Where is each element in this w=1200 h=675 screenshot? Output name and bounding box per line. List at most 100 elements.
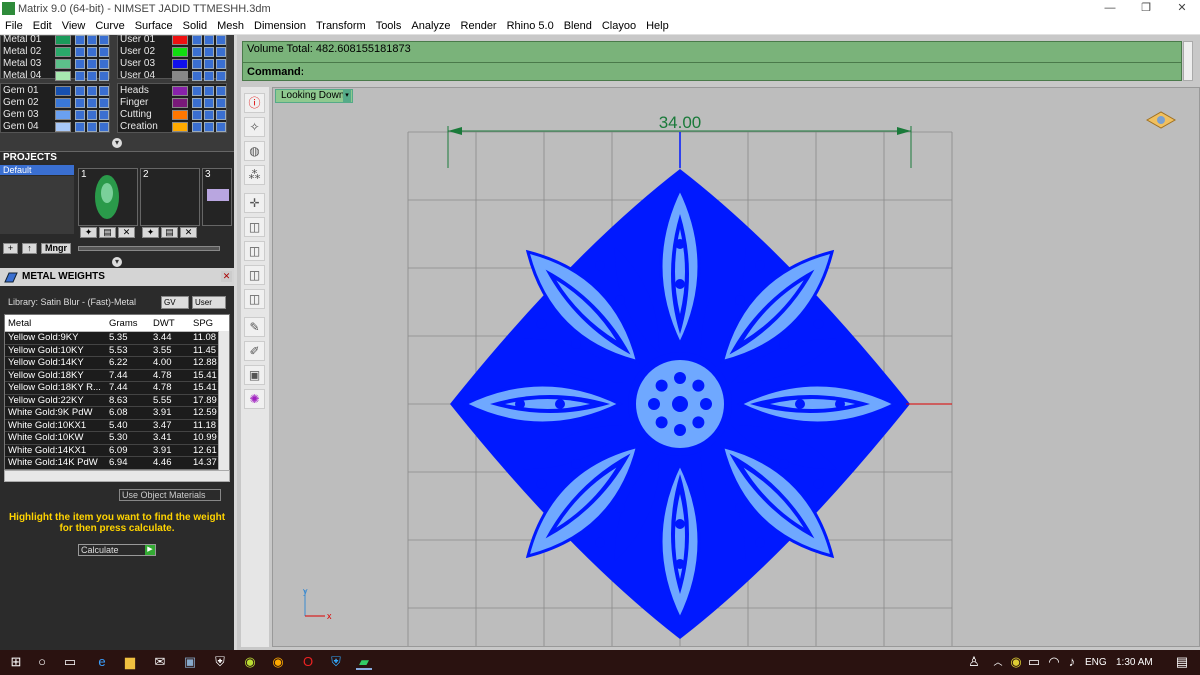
layer-row[interactable]: Metal 03 <box>1 58 111 70</box>
project-save-icon[interactable]: ▤ <box>161 227 178 238</box>
menu-transform[interactable]: Transform <box>311 18 371 35</box>
layer-row[interactable]: Finger <box>118 97 228 109</box>
layer-row[interactable]: User 04 <box>118 70 228 82</box>
menu-surface[interactable]: Surface <box>130 18 178 35</box>
viewport-canvas[interactable]: 34.00 y x <box>273 88 1199 646</box>
minimize-button[interactable]: — <box>1092 0 1128 18</box>
calculate-button[interactable]: Calculate ▶ <box>78 544 156 556</box>
project-add-icon[interactable]: ✦ <box>142 227 159 238</box>
app-orange-icon[interactable]: ◉ <box>270 654 286 670</box>
opera-icon[interactable]: O <box>300 654 316 670</box>
command-scrollbar[interactable] <box>1183 41 1193 81</box>
menu-curve[interactable]: Curve <box>90 18 129 35</box>
menu-file[interactable]: File <box>0 18 28 35</box>
table-row[interactable]: Yellow Gold:18KY R... 7.44 4.78 15.41 <box>5 382 229 395</box>
view-label[interactable]: Looking Down ▾ <box>275 89 353 103</box>
app-green-icon[interactable]: ◉ <box>242 654 258 670</box>
layer-row[interactable]: Cutting <box>118 109 228 121</box>
search-icon[interactable]: ○ <box>34 654 50 670</box>
project-thumb-2[interactable]: 2 <box>140 168 200 226</box>
box-icon[interactable]: ◫ <box>244 241 265 261</box>
sphere-icon[interactable]: ◍ <box>244 141 265 161</box>
table-vertical-scrollbar[interactable] <box>218 331 229 470</box>
layer-row[interactable]: Metal 04 <box>1 70 111 82</box>
people-icon[interactable]: ♙ <box>966 654 982 670</box>
table-row[interactable]: White Gold:14K PdW 6.94 4.46 14.37 <box>5 457 229 469</box>
shield-icon[interactable]: ⛨ <box>212 654 228 670</box>
layer-row[interactable]: Gem 04 <box>1 121 111 133</box>
file-explorer-icon[interactable]: ▆ <box>122 654 138 670</box>
table-row[interactable]: White Gold:9K PdW 6.08 3.91 12.59 <box>5 407 229 420</box>
table-row[interactable]: Yellow Gold:14KY 6.22 4.00 12.88 <box>5 357 229 370</box>
project-add-icon[interactable]: ✦ <box>80 227 97 238</box>
menu-rhino[interactable]: Rhino 5.0 <box>502 18 559 35</box>
menu-tools[interactable]: Tools <box>371 18 407 35</box>
menu-help[interactable]: Help <box>641 18 674 35</box>
table-horizontal-scrollbar[interactable] <box>4 470 230 482</box>
project-default[interactable]: Default <box>0 165 74 175</box>
tray-app-icon[interactable]: ◉ <box>1008 654 1024 670</box>
viewport[interactable]: 34.00 y x Looking Down ▾ <box>272 87 1200 647</box>
vertex-icon[interactable]: ✧ <box>244 117 265 137</box>
project-delete-icon[interactable]: ✕ <box>180 227 197 238</box>
close-panel-icon[interactable]: ✕ <box>221 271 232 282</box>
menu-edit[interactable]: Edit <box>28 18 57 35</box>
gv-toggle[interactable]: GV <box>161 296 189 309</box>
network-app-icon[interactable]: ▣ <box>182 654 198 670</box>
table-row[interactable]: Yellow Gold:18KY 7.44 4.78 15.41 <box>5 369 229 382</box>
box-icon[interactable]: ◫ <box>244 265 265 285</box>
layer-row[interactable]: Heads <box>118 85 228 97</box>
layer-row[interactable]: User 02 <box>118 46 228 58</box>
menu-blend[interactable]: Blend <box>559 18 597 35</box>
brush-icon[interactable]: ✐ <box>244 341 265 361</box>
layer-row[interactable]: Metal 01 <box>1 34 111 46</box>
ornament-model[interactable] <box>450 169 910 639</box>
nodes-icon[interactable]: ⁂ <box>244 165 265 185</box>
layer-row[interactable]: User 03 <box>118 58 228 70</box>
battery-icon[interactable]: ▭ <box>1026 654 1042 670</box>
menu-solid[interactable]: Solid <box>178 18 212 35</box>
collapse-toggle-icon[interactable]: ▾ <box>112 138 122 148</box>
gem-icon[interactable]: ✺ <box>244 389 265 409</box>
table-row[interactable]: White Gold:14KX1 6.09 3.91 12.61 <box>5 444 229 457</box>
manager-button[interactable]: Mngr <box>41 243 71 254</box>
collapse-toggle-icon[interactable]: ▾ <box>112 257 122 267</box>
box-icon[interactable]: ◫ <box>244 217 265 237</box>
edge-icon[interactable]: e <box>94 654 110 670</box>
layer-row[interactable]: User 01 <box>118 34 228 46</box>
defender-icon[interactable]: ⛨ <box>328 654 344 670</box>
mail-icon[interactable]: ✉ <box>152 654 168 670</box>
layer-row[interactable]: Metal 02 <box>1 46 111 58</box>
menu-render[interactable]: Render <box>456 18 502 35</box>
matrix-app-icon[interactable]: ▰ <box>356 654 372 670</box>
frame-icon[interactable]: ▣ <box>244 365 265 385</box>
project-scrollbar[interactable] <box>78 246 220 251</box>
volume-icon[interactable]: ♪ <box>1064 654 1080 670</box>
info-icon[interactable]: ⓘ <box>244 93 265 113</box>
layer-row[interactable]: Gem 02 <box>1 97 111 109</box>
command-input[interactable] <box>303 64 1173 79</box>
project-save-icon[interactable]: ▤ <box>99 227 116 238</box>
notifications-icon[interactable]: ▤ <box>1174 654 1190 670</box>
task-view-icon[interactable]: ▭ <box>62 654 78 670</box>
user-toggle[interactable]: User <box>192 296 226 309</box>
windows-start-icon[interactable]: ⊞ <box>8 654 24 670</box>
layer-row[interactable]: Gem 01 <box>1 85 111 97</box>
menu-analyze[interactable]: Analyze <box>406 18 455 35</box>
table-row[interactable]: Yellow Gold:9KY 5.35 3.44 11.08 <box>5 332 229 345</box>
table-row[interactable]: Yellow Gold:10KY 5.53 3.55 11.45 <box>5 344 229 357</box>
wifi-icon[interactable]: ◠ <box>1046 654 1062 670</box>
menu-mesh[interactable]: Mesh <box>212 18 249 35</box>
table-row[interactable]: White Gold:10KX1 5.40 3.47 11.18 <box>5 419 229 432</box>
menu-view[interactable]: View <box>57 18 91 35</box>
up-project-button[interactable]: ↑ <box>22 243 37 254</box>
layer-row[interactable]: Creation <box>118 121 228 133</box>
layer-row[interactable]: Gem 03 <box>1 109 111 121</box>
project-thumb-3[interactable]: 3 <box>202 168 232 226</box>
menu-clayoo[interactable]: Clayoo <box>597 18 641 35</box>
project-thumb-1[interactable]: 1 <box>78 168 138 226</box>
maximize-button[interactable]: ❐ <box>1128 0 1164 18</box>
dropdown-arrow-icon[interactable]: ▾ <box>343 90 351 102</box>
table-row[interactable]: White Gold:10KW 5.30 3.41 10.99 <box>5 432 229 445</box>
clock[interactable]: 1:30 AM <box>1116 657 1153 668</box>
